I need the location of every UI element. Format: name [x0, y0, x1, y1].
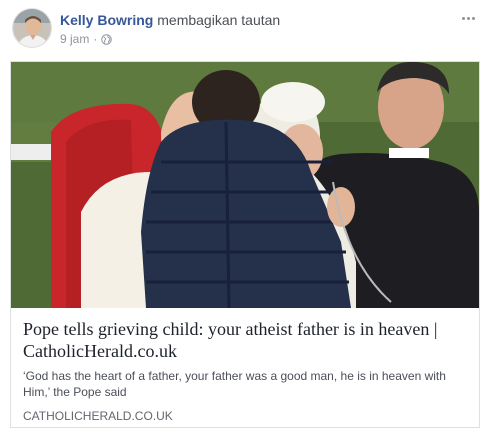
dot-icon	[466, 16, 470, 20]
post-action-text: membagikan tautan	[157, 12, 281, 28]
avatar-image	[13, 9, 51, 47]
link-domain: CATHOLICHERALD.CO.UK	[23, 409, 173, 423]
more-options-icon[interactable]	[458, 10, 478, 26]
post-header: Kelly Bowring membagikan tautan 9 jam ·	[12, 8, 478, 52]
link-preview-text[interactable]: Pope tells grieving child: your atheist …	[11, 308, 479, 427]
avatar[interactable]	[12, 8, 52, 48]
link-title[interactable]: Pope tells grieving child: your atheist …	[23, 318, 467, 362]
post-timestamp[interactable]: 9 jam	[60, 31, 89, 47]
author-line: Kelly Bowring membagikan tautan	[60, 11, 280, 29]
link-preview-card[interactable]: Pope tells grieving child: your atheist …	[10, 61, 480, 428]
meta-separator: ·	[93, 32, 98, 46]
author-name-link[interactable]: Kelly Bowring	[60, 12, 153, 28]
link-description: ‘God has the heart of a father, your fat…	[23, 369, 446, 399]
dot-icon	[471, 16, 475, 20]
globe-icon[interactable]	[101, 33, 113, 45]
link-preview-image[interactable]	[11, 62, 479, 308]
dot-icon	[461, 16, 465, 20]
photo-pope-embracing-child	[11, 62, 479, 308]
post-meta: 9 jam ·	[60, 31, 113, 47]
shared-link-post: Kelly Bowring membagikan tautan 9 jam ·	[0, 0, 490, 432]
